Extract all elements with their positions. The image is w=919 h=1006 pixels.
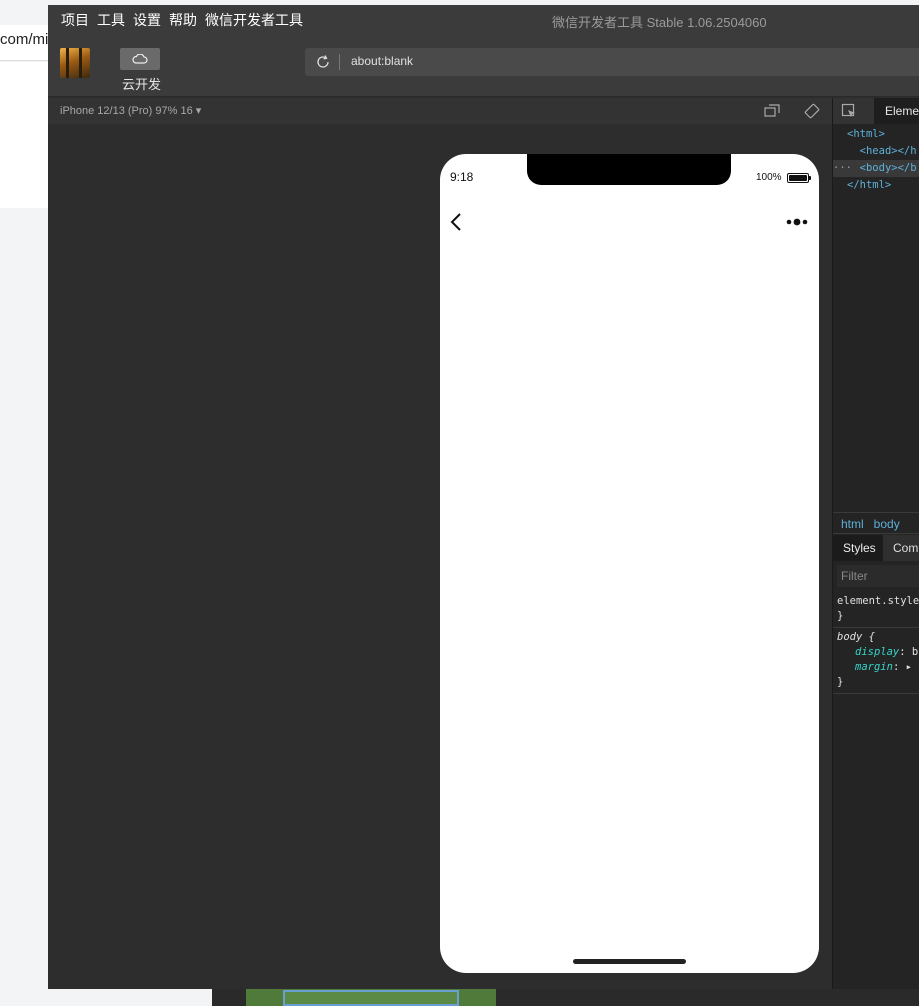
menu-settings[interactable]: 设置 [133, 11, 161, 29]
phone-notch [527, 154, 731, 185]
dom-line[interactable]: </html> [833, 177, 919, 194]
simulator-toolbar: iPhone 12/13 (Pro) 97% 16 ▾ [48, 98, 832, 124]
menu-project[interactable]: 项目 [61, 11, 89, 29]
window-title: 微信开发者工具 Stable 1.06.2504060 [552, 15, 767, 30]
more-dots-icon[interactable] [786, 216, 810, 228]
toolbar: 云开发 about:blank [48, 37, 919, 97]
inspect-element-icon[interactable] [841, 103, 857, 119]
battery-percent: 100% [756, 172, 782, 183]
phone-screen[interactable]: 9:18 100% [440, 154, 819, 973]
address-text[interactable]: about:blank [351, 54, 413, 68]
breadcrumb-html[interactable]: html [841, 517, 864, 531]
styles-tabbar: Styles Comp [833, 535, 919, 561]
dom-line[interactable]: <html> [833, 126, 919, 143]
element-style-rule: element.style } [833, 592, 919, 628]
cloud-icon [132, 54, 148, 64]
dom-line[interactable]: <head></h [833, 143, 919, 160]
status-time: 9:18 [450, 170, 474, 184]
rule-close: } [837, 676, 844, 688]
simulator-canvas: 9:18 100% [48, 124, 832, 989]
tab-styles[interactable]: Styles [833, 535, 883, 561]
breadcrumb-body[interactable]: body [874, 517, 900, 531]
battery-icon [787, 173, 809, 183]
refresh-icon[interactable] [315, 54, 331, 70]
css-property[interactable]: display: b [837, 645, 919, 660]
devtools-panel: Elemen <html> <head></h ··· <body></b </… [832, 98, 919, 989]
menu-devtools[interactable]: 微信开发者工具 [205, 11, 303, 29]
user-avatar[interactable] [60, 48, 90, 78]
menu-bar: 项目 工具 设置 帮助 微信开发者工具 [61, 11, 311, 29]
battery-tip [809, 176, 811, 180]
rule-selector: body { [837, 631, 875, 643]
rule-close: } [837, 610, 844, 622]
titlebar: 项目 工具 设置 帮助 微信开发者工具 微信开发者工具 Stable 1.06.… [48, 5, 919, 37]
rule-selector: element.style [837, 595, 919, 607]
menu-help[interactable]: 帮助 [169, 11, 197, 29]
tab-elements[interactable]: Elemen [874, 98, 919, 124]
breadcrumb: html body [833, 512, 919, 534]
dom-line-selected[interactable]: ··· <body></b [833, 160, 919, 177]
css-property[interactable]: margin: ▸ 8 [837, 660, 919, 675]
back-arrow-icon[interactable] [448, 211, 464, 233]
cloud-dev-label[interactable]: 云开发 [122, 74, 161, 93]
tab-computed[interactable]: Comp [893, 541, 919, 555]
wechat-devtools-window: 项目 工具 设置 帮助 微信开发者工具 微信开发者工具 Stable 1.06.… [48, 5, 919, 989]
device-selector[interactable]: iPhone 12/13 (Pro) 97% 16 ▾ [60, 104, 201, 117]
body-style-rule: body { display: b margin: ▸ 8 } [833, 628, 919, 694]
cloud-dev-button[interactable] [120, 48, 160, 70]
rotate-icon[interactable] [804, 103, 820, 119]
address-bar[interactable]: about:blank [305, 48, 919, 76]
address-separator [339, 54, 340, 70]
menu-tools[interactable]: 工具 [97, 11, 125, 29]
home-indicator [573, 959, 686, 964]
dom-tree: <html> <head></h ··· <body></b </html> [833, 126, 919, 194]
devtools-tabbar: Elemen [833, 98, 919, 124]
browser-url-text: com/mi [0, 31, 49, 48]
background-thumbnail-frame [283, 990, 459, 1006]
styles-filter-input[interactable]: Filter [837, 565, 919, 587]
style-rules: element.style } body { display: b margin… [833, 592, 919, 694]
popout-icon[interactable] [764, 104, 780, 118]
